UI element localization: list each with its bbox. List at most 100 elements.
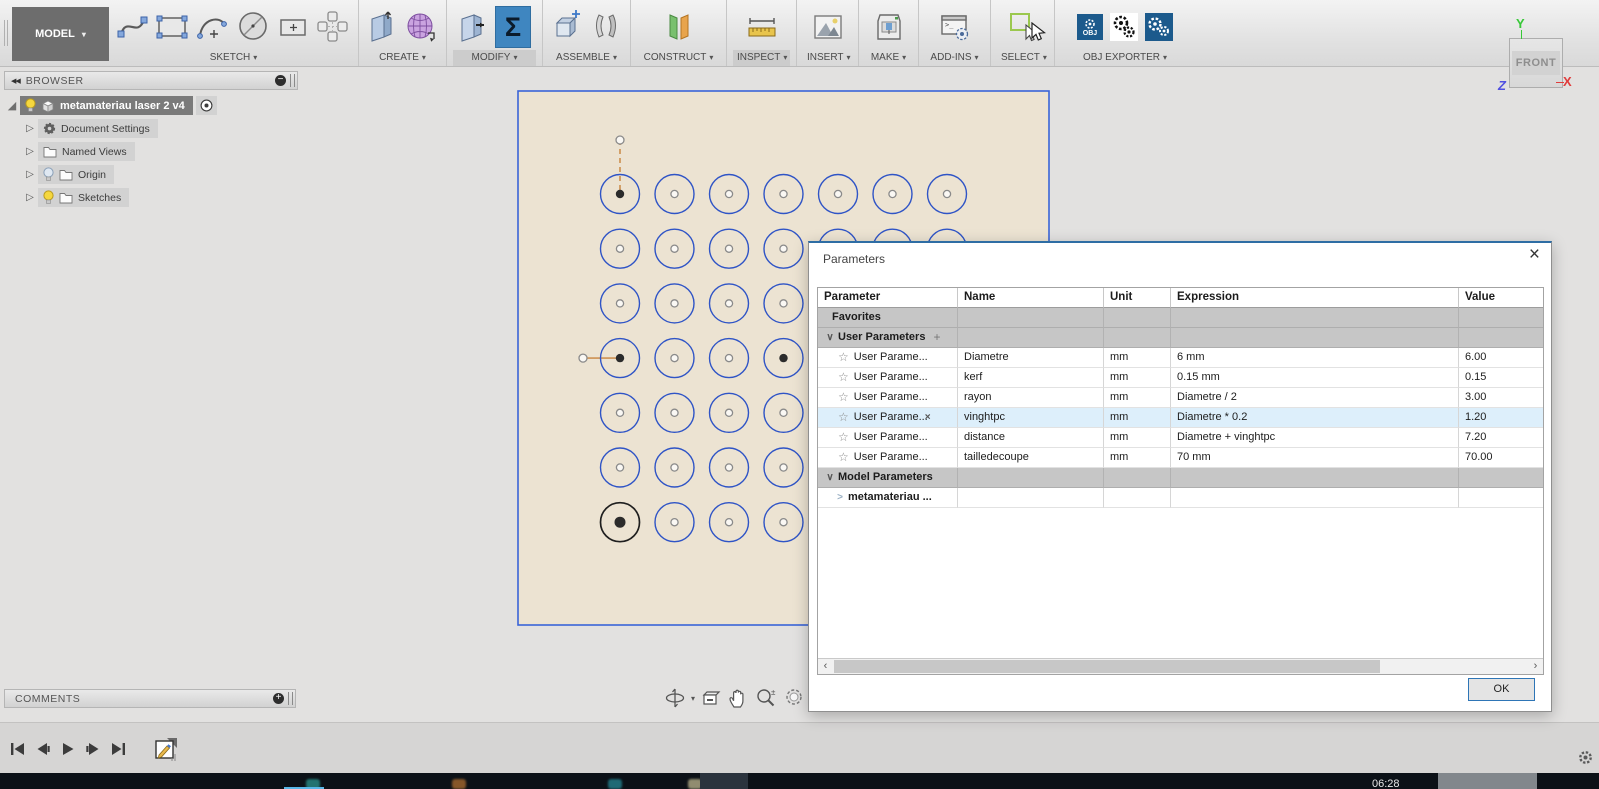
tree-row-document-settings[interactable]: ▷ Document Settings (4, 117, 304, 140)
chevron-down-icon[interactable] (824, 328, 836, 347)
viewcube-front-face[interactable]: FRONT (1511, 51, 1561, 75)
sketch-center-point[interactable] (724, 463, 734, 472)
look-at-icon[interactable] (700, 687, 722, 709)
viewcube[interactable]: FRONT (1509, 38, 1563, 88)
param-name-cell[interactable]: distance (958, 428, 1104, 448)
param-unit-cell[interactable]: mm (1104, 408, 1171, 428)
sketch-center-point[interactable] (724, 408, 734, 418)
bulb-off-icon[interactable] (43, 167, 54, 182)
param-unit-cell[interactable]: mm (1104, 388, 1171, 408)
param-unit-cell[interactable]: mm (1104, 448, 1171, 468)
tree-row-sketches[interactable]: ▷ Sketches (4, 186, 304, 209)
select-menu[interactable]: SELECT (997, 50, 1048, 66)
user-parameters-section-row[interactable]: User Parameters (818, 328, 1543, 348)
param-name-cell[interactable]: Diametre (958, 348, 1104, 368)
param-expression-cell[interactable]: Diametre / 2 (1171, 388, 1459, 408)
expander-closed-icon[interactable]: ▷ (22, 192, 38, 203)
insert-image-tool-icon[interactable] (811, 10, 845, 44)
table-row[interactable]: User Parame... kerf mm 0.15 mm 0.15 (818, 368, 1543, 388)
tree-row-named-views[interactable]: ▷ Named Views (4, 140, 304, 163)
rectangle-tool-icon[interactable] (155, 10, 189, 44)
scrollbar-thumb[interactable] (834, 660, 1380, 673)
sketch-center-point[interactable] (724, 244, 734, 253)
windows-taskbar[interactable]: 06:28 (0, 773, 1599, 789)
table-row[interactable]: User Parame... tailledecoupe mm 70 mm 70… (818, 448, 1543, 468)
param-unit-cell[interactable]: mm (1104, 368, 1171, 388)
sketch-center-point[interactable] (779, 353, 788, 363)
construct-menu[interactable]: CONSTRUCT (637, 50, 720, 66)
step-back-button[interactable] (35, 741, 51, 757)
sketch-center-point[interactable] (833, 189, 843, 199)
taskbar-active-app[interactable] (700, 773, 748, 789)
workspace-switcher[interactable]: MODEL (12, 7, 109, 61)
gears-tool-icon[interactable] (1110, 13, 1138, 41)
sketch-center-point[interactable] (724, 299, 734, 308)
favorite-star-icon[interactable] (838, 388, 849, 407)
taskbar-tray-segment[interactable] (1438, 773, 1537, 789)
spline-tool-icon[interactable] (116, 10, 148, 44)
toolbar-grip[interactable] (0, 0, 12, 66)
scroll-right-icon[interactable] (1528, 659, 1543, 674)
activate-component-radio[interactable] (195, 96, 217, 115)
param-unit-cell[interactable]: mm (1104, 428, 1171, 448)
sketch-center-point[interactable] (670, 353, 679, 363)
modify-menu[interactable]: MODIFY (453, 50, 536, 66)
add-parameter-icon[interactable] (933, 328, 940, 347)
sketch-point[interactable] (615, 135, 625, 145)
param-name-cell[interactable]: rayon (958, 388, 1104, 408)
circle-tool-icon[interactable] (235, 9, 271, 45)
favorite-star-icon[interactable] (838, 448, 849, 467)
3d-print-tool-icon[interactable] (873, 10, 905, 44)
ok-button[interactable]: OK (1468, 678, 1535, 701)
collapse-panel-icon[interactable]: ◀◀ (11, 77, 21, 85)
sketch-center-point[interactable] (615, 299, 625, 308)
make-menu[interactable]: MAKE (865, 50, 912, 66)
param-expression-cell[interactable]: 6 mm (1171, 348, 1459, 368)
sketch-center-point[interactable] (615, 408, 625, 418)
step-forward-button[interactable] (85, 741, 101, 757)
sketch-center-point[interactable] (942, 189, 952, 199)
sketch-center-point[interactable] (779, 408, 788, 418)
taskbar-app-icon[interactable] (452, 779, 466, 789)
expander-open-icon[interactable]: ◢ (4, 99, 20, 112)
expander-closed-icon[interactable]: ▷ (22, 169, 38, 180)
mesh-sphere-tool-icon[interactable] (404, 9, 438, 45)
orbit-icon[interactable] (664, 687, 686, 709)
col-header-expression[interactable]: Expression (1171, 288, 1459, 308)
insert-menu[interactable]: INSERT (803, 50, 852, 66)
close-icon[interactable] (1529, 247, 1540, 264)
bulb-on-icon[interactable] (43, 190, 54, 205)
sketch-center-point[interactable] (670, 299, 679, 308)
param-unit-cell[interactable]: mm (1104, 348, 1171, 368)
rectangle2-tool-icon[interactable] (278, 10, 308, 44)
sketch-center-point[interactable] (724, 517, 734, 527)
assemble-menu[interactable]: ASSEMBLE (549, 50, 624, 66)
model-component-row[interactable]: metamateriau ... (818, 488, 1543, 508)
chevron-down-icon[interactable]: ▾ (691, 694, 695, 703)
change-parameters-tool[interactable]: Σ (495, 6, 531, 48)
tree-row-origin[interactable]: ▷ Origin (4, 163, 304, 186)
sketch-center-point[interactable] (779, 517, 788, 527)
addins-menu[interactable]: ADD-INS (925, 50, 984, 66)
sketch-center-point[interactable] (724, 189, 734, 199)
joint-tool-icon[interactable] (591, 9, 621, 45)
param-name-cell[interactable]: tailledecoupe (958, 448, 1104, 468)
construction-plane-tool-icon[interactable] (662, 9, 696, 45)
panel-grip[interactable] (290, 74, 295, 87)
sketch-center-point[interactable] (615, 353, 625, 363)
comments-panel-header[interactable]: COMMENTS + (4, 689, 296, 708)
col-header-name[interactable]: Name (958, 288, 1104, 308)
sketch-center-point[interactable] (779, 244, 788, 253)
horizontal-scrollbar[interactable] (818, 658, 1543, 674)
tree-row-root[interactable]: ◢ metamateriau laser 2 v4 (4, 94, 304, 117)
sketch-center-point[interactable] (670, 189, 679, 199)
table-row[interactable]: User Parame... Diametre mm 6 mm 6.00 (818, 348, 1543, 368)
expander-closed-icon[interactable]: ▷ (22, 146, 38, 157)
zoom-icon[interactable]: ± (754, 687, 778, 709)
sketch-center-point[interactable] (615, 244, 625, 253)
expander-closed-icon[interactable]: ▷ (22, 123, 38, 134)
chevron-down-icon[interactable] (824, 468, 836, 487)
gear-cluster-tool-icon[interactable] (1145, 13, 1173, 41)
table-row-highlighted[interactable]: User Parame... vinghtpc mm Diametre * 0.… (818, 408, 1543, 428)
param-expression-cell[interactable]: 0.15 mm (1171, 368, 1459, 388)
